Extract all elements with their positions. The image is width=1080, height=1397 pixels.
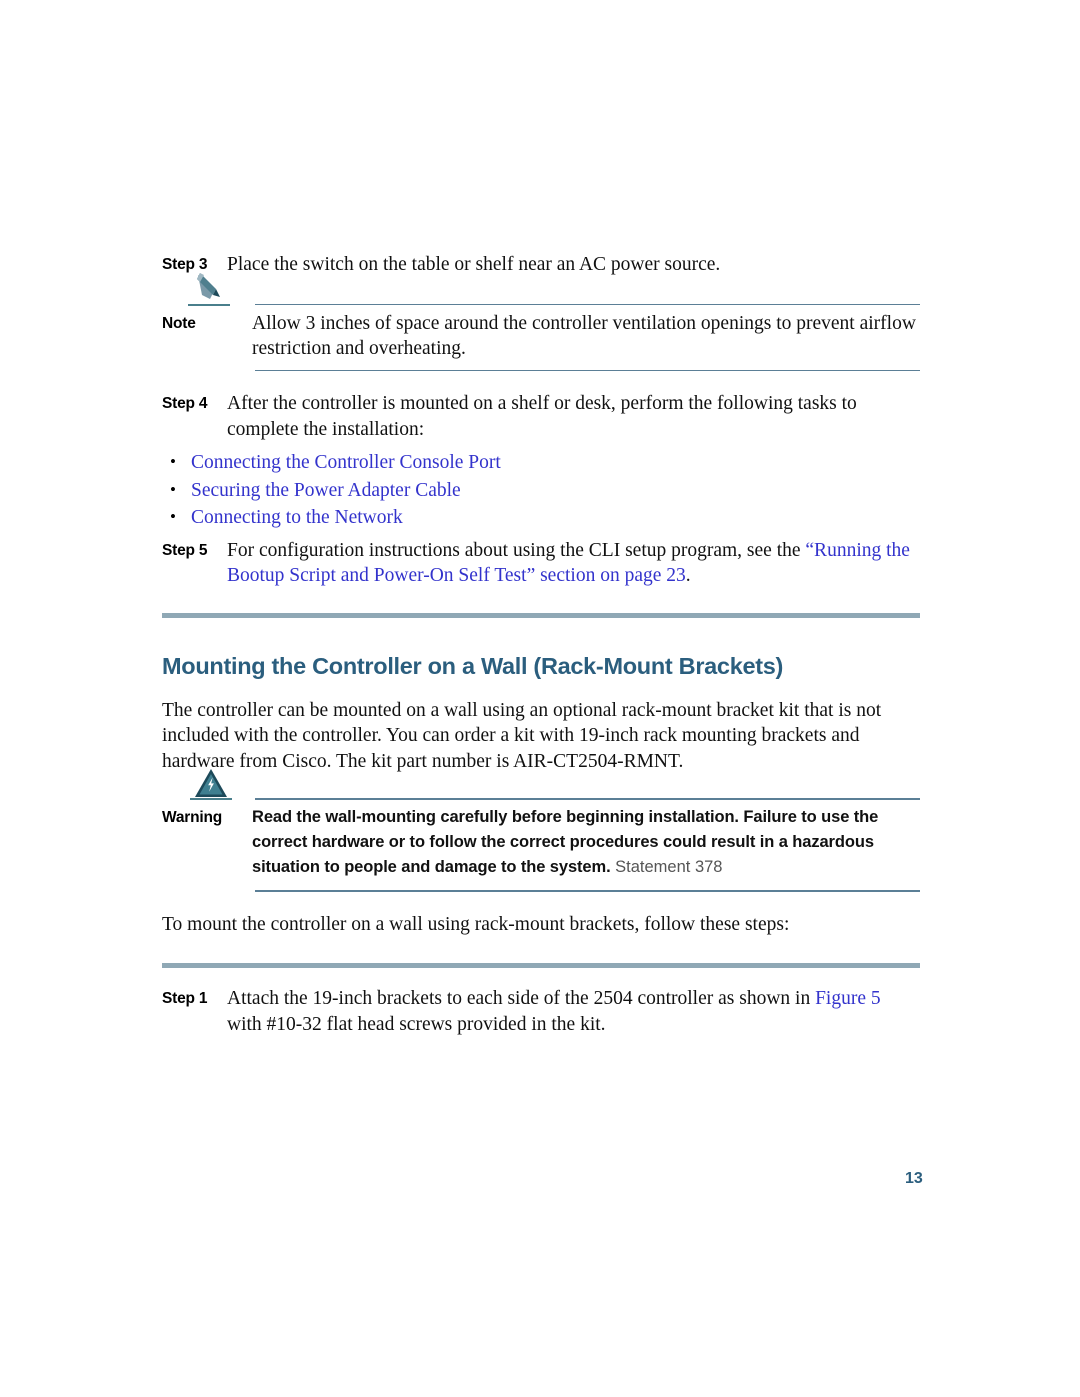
list-item[interactable]: Connecting to the Network (162, 503, 920, 532)
document-page: Step 3 Place the switch on the table or … (0, 0, 1080, 1397)
wall-step1-text-before: Attach the 19-inch brackets to each side… (227, 988, 816, 1009)
step5-text-after: . (685, 565, 691, 586)
section-intro-paragraph: The controller can be mounted on a wall … (162, 699, 882, 772)
step-text: Place the switch on the table or shelf n… (227, 254, 721, 275)
warning-statement-number: Statement 378 (610, 858, 723, 876)
step-row-4: Step 4 After the controller is mounted o… (162, 391, 920, 442)
wall-step1-text-after: with #10-32 flat head screws provided in… (227, 1013, 606, 1035)
step-label: Step 4 (162, 395, 208, 412)
list-item[interactable]: Securing the Power Adapter Cable (162, 476, 920, 505)
page-content: Step 3 Place the switch on the table or … (162, 252, 920, 1037)
step-text: After the controller is mounted on a she… (227, 393, 857, 440)
list-item[interactable]: Connecting the Controller Console Port (162, 448, 920, 477)
warning-bottom-rule (255, 890, 920, 892)
note-bottom-rules (162, 369, 920, 371)
note-body: Note Allow 3 inches of space around the … (162, 306, 920, 362)
warning-label: Warning (162, 809, 223, 826)
link-connecting-console-port[interactable]: Connecting the Controller Console Port (191, 452, 501, 473)
note-top-rules (162, 303, 920, 306)
step-row-wall-1: Step 1 Attach the 19-inch brackets to ea… (162, 986, 920, 1037)
note-top-rule (255, 303, 920, 305)
warning-bottom-rules (162, 890, 920, 892)
note-icon-rule (188, 303, 230, 306)
warning-top-rule (255, 798, 920, 800)
pencil-icon (192, 271, 232, 307)
step-text: Attach the 19-inch brackets to each side… (227, 986, 920, 1037)
step-row-3: Step 3 Place the switch on the table or … (162, 252, 920, 278)
note-admonition: Note Allow 3 inches of space around the … (162, 272, 920, 371)
page-title: Mounting the Controller on a Wall (Rack-… (162, 652, 784, 679)
warning-body: Warning Read the wall-mounting carefully… (162, 800, 920, 880)
link-securing-power-adapter-cable[interactable]: Securing the Power Adapter Cable (191, 480, 461, 501)
warning-admonition: Warning Read the wall-mounting carefully… (162, 769, 920, 892)
step-text: For configuration instructions about usi… (227, 538, 920, 589)
warning-message: Read the wall-mounting carefully before … (252, 808, 879, 876)
warning-top-rules (162, 798, 920, 800)
steps-intro-paragraph: To mount the controller on a wall using … (162, 913, 790, 935)
link-connecting-to-network[interactable]: Connecting to the Network (191, 507, 403, 528)
note-text: Allow 3 inches of space around the contr… (252, 312, 916, 360)
step-label: Step 5 (162, 541, 208, 559)
warning-icon-rule (190, 798, 232, 800)
note-label: Note (162, 314, 196, 332)
page-number: 13 (905, 1170, 923, 1187)
task-bullet-list: Connecting the Controller Console Port S… (162, 448, 920, 532)
step5-text-before: For configuration instructions about usi… (227, 539, 806, 561)
link-figure-5[interactable]: Figure 5 (815, 988, 881, 1009)
step-row-5: Step 5 For configuration instructions ab… (162, 538, 920, 589)
step-label: Step 1 (162, 990, 208, 1007)
note-bottom-rule (255, 369, 920, 371)
warning-text: Read the wall-mounting carefully before … (252, 805, 920, 880)
